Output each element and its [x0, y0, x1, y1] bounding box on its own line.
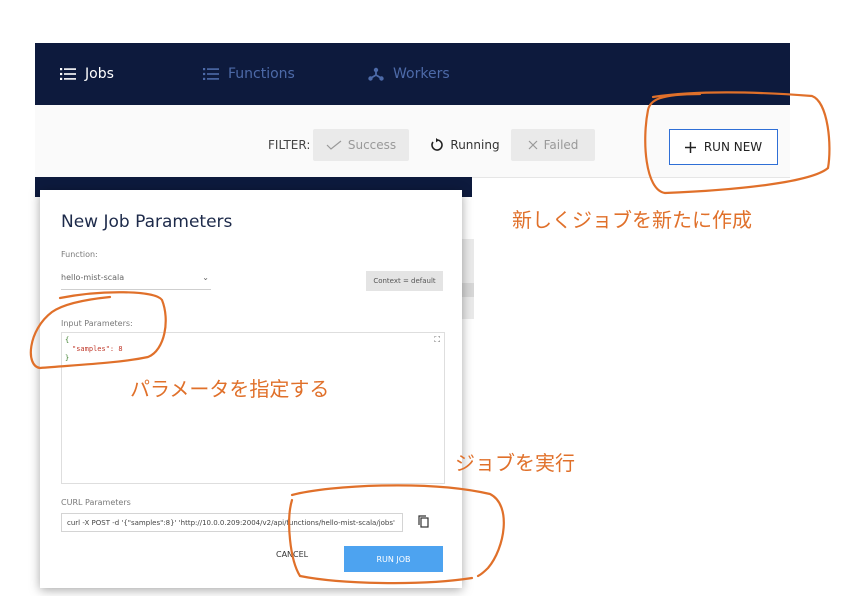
filter-success-label: Success: [347, 138, 397, 152]
annotation-run-job: ジョブを実行: [455, 451, 575, 475]
cancel-button[interactable]: CANCEL: [276, 550, 308, 559]
tab-jobs[interactable]: Jobs: [60, 43, 114, 105]
chevron-down-icon: ⌄: [202, 273, 209, 282]
tab-workers-label: Workers: [393, 66, 450, 82]
annotation-create-new-job: 新しくジョブを新たに作成: [512, 208, 752, 232]
context-button[interactable]: Context = default: [366, 271, 443, 291]
filter-running-label: Running: [450, 138, 500, 152]
function-select[interactable]: hello-mist-scala ⌄: [61, 273, 211, 290]
background-panel-bar: [462, 283, 474, 297]
editor-line: }: [65, 354, 70, 362]
run-new-label: RUN NEW: [703, 140, 763, 154]
input-parameters-label: Input Parameters:: [61, 319, 133, 328]
function-label: Function:: [61, 250, 98, 259]
filter-label: FILTER:: [268, 138, 311, 152]
tab-functions-label: Functions: [228, 66, 295, 82]
input-parameters-editor[interactable]: { "samples": 8 } ⛶: [61, 332, 445, 484]
filter-success-button[interactable]: Success: [313, 129, 409, 161]
filter-running-button[interactable]: Running: [425, 129, 505, 161]
filter-failed-label: Failed: [543, 138, 579, 152]
curl-parameters-label: CURL Parameters: [61, 498, 131, 507]
function-select-value: hello-mist-scala: [61, 273, 125, 282]
list-icon: [203, 68, 219, 80]
filter-failed-button[interactable]: Failed: [511, 129, 595, 161]
refresh-icon: [431, 138, 444, 151]
list-icon: [60, 68, 76, 80]
dialog-title: New Job Parameters: [61, 212, 233, 232]
background-panel: [462, 239, 474, 319]
workers-icon: [368, 67, 384, 81]
expand-icon[interactable]: ⛶: [434, 335, 440, 345]
check-icon: [326, 140, 342, 150]
annotation-specify-params: パラメータを指定する: [130, 377, 330, 401]
run-new-button[interactable]: RUN NEW: [669, 129, 778, 165]
tab-jobs-label: Jobs: [85, 66, 114, 82]
run-job-button[interactable]: RUN JOB: [344, 546, 443, 572]
curl-command-field[interactable]: curl -X POST -d '{"samples":8}' 'http://…: [61, 513, 403, 532]
editor-line: {: [65, 336, 70, 344]
copy-icon[interactable]: [418, 515, 429, 528]
x-icon: [528, 140, 538, 150]
tab-functions[interactable]: Functions: [203, 43, 295, 105]
top-nav: Jobs Functions Workers: [35, 43, 790, 105]
editor-line: "samples": 8: [72, 345, 123, 353]
tab-workers[interactable]: Workers: [368, 43, 450, 105]
plus-icon: [684, 141, 696, 153]
filter-bar: FILTER: Success Running Failed RUN NEW: [35, 105, 790, 178]
